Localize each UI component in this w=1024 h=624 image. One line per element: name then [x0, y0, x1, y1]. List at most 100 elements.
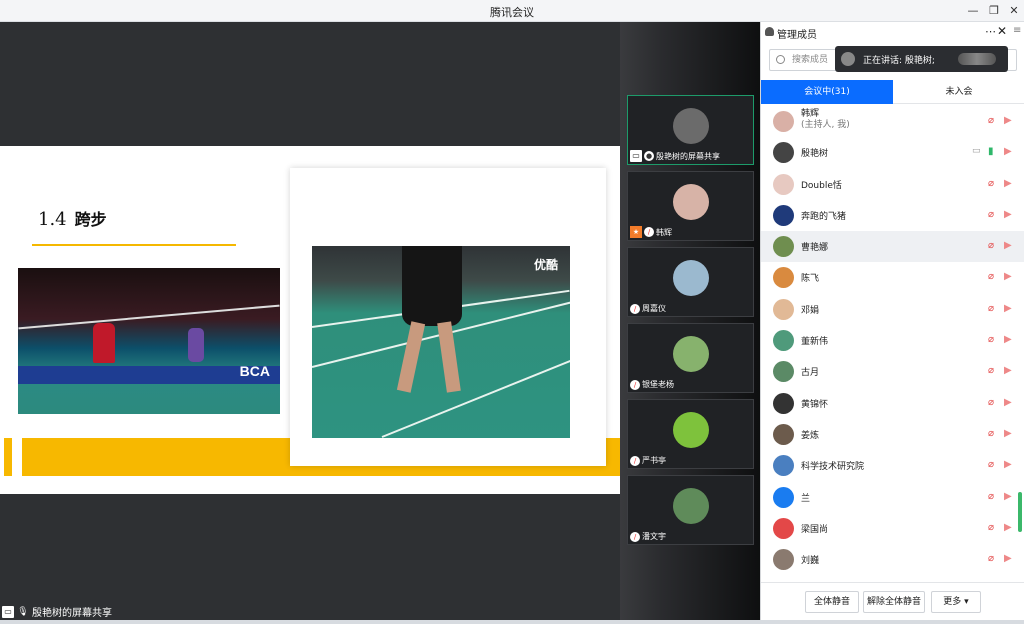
camera-off-icon[interactable]: ▶ [1004, 146, 1012, 157]
footwork-video[interactable]: 优酷 [312, 246, 570, 438]
speaking-indicator: 正在讲话: 殷艳树; [835, 46, 1008, 72]
avatar [773, 330, 794, 352]
mic-muted-icon[interactable]: ⌀ [988, 397, 994, 408]
avatar [773, 236, 794, 258]
audio-wave-icon [958, 53, 996, 65]
tile-name: 殷艳树的屏幕共享 [656, 151, 720, 161]
mic-muted-icon[interactable]: ⌀ [988, 271, 994, 282]
mic-muted-icon[interactable]: ⌀ [988, 209, 994, 220]
bottom-strip [0, 620, 1024, 624]
mic-icon: ● [644, 151, 654, 161]
member-name: 兰 [801, 493, 811, 504]
menu-icon[interactable]: ≡ [1013, 25, 1021, 36]
more-options-icon[interactable]: ⋯ [985, 25, 996, 38]
presentation-slide: 1.4 跨步 BCA 优酷 [0, 146, 620, 494]
gallery-tile[interactable]: / 周嘉仪 [627, 247, 754, 317]
member-row[interactable]: 姜炼 ⌀ ▶ [761, 419, 1024, 450]
camera-off-icon[interactable]: ▶ [1004, 303, 1012, 314]
mic-muted-icon[interactable]: ⌀ [988, 553, 994, 564]
camera-off-icon[interactable]: ▶ [1004, 115, 1012, 126]
member-row[interactable]: 陈飞 ⌀ ▶ [761, 262, 1024, 293]
tile-name: 潘文宇 [642, 532, 666, 541]
avatar [773, 423, 794, 445]
gallery-tile[interactable]: ▭ ● 殷艳树的屏幕共享 [627, 95, 754, 165]
player-leg [396, 321, 426, 393]
member-row[interactable]: 董新伟 ⌀ ▶ [761, 325, 1024, 356]
mic-on-icon[interactable]: ▮ [988, 146, 994, 157]
member-name-block: 韩辉 (主持人, 我) [801, 109, 850, 131]
camera-off-icon[interactable]: ▶ [1004, 553, 1012, 564]
avatar [773, 267, 794, 289]
minimize-button[interactable]: — [965, 3, 981, 19]
panel-footer: 全体静音 解除全体静音 更多 ▾ [761, 582, 1024, 620]
mic-muted-icon[interactable]: ⌀ [988, 334, 994, 345]
member-row[interactable]: 奔跑的飞猪 ⌀ ▶ [761, 200, 1024, 231]
mic-muted-icon[interactable]: ⌀ [988, 491, 994, 502]
panel-title: 管理成员 [777, 30, 817, 41]
mic-icon: 🎙 [17, 606, 29, 617]
camera-off-icon[interactable]: ▶ [1004, 240, 1012, 251]
camera-off-icon[interactable]: ▶ [1004, 209, 1012, 220]
mic-muted-icon: / [630, 455, 640, 466]
member-name: 陈飞 [801, 274, 820, 285]
tab-not-joined[interactable]: 未入会 [893, 80, 1024, 104]
camera-off-icon[interactable]: ▶ [1004, 178, 1012, 189]
gallery-tile[interactable]: / 潘文宇 [627, 475, 754, 545]
mic-muted-icon[interactable]: ⌀ [988, 240, 994, 251]
avatar [773, 455, 794, 477]
camera-off-icon[interactable]: ▶ [1004, 365, 1012, 376]
member-row[interactable]: 黄锦怀 ⌀ ▶ [761, 388, 1024, 419]
member-row[interactable]: 兰 ⌀ ▶ [761, 482, 1024, 513]
member-row[interactable]: 邓娟 ⌀ ▶ [761, 294, 1024, 325]
mic-muted-icon: / [644, 227, 654, 237]
window-title: 腾讯会议 [490, 6, 534, 19]
more-button[interactable]: 更多 ▾ [931, 591, 981, 613]
camera-off-icon[interactable]: ▶ [1004, 397, 1012, 408]
search-icon [776, 55, 785, 64]
member-row[interactable]: 韩辉 (主持人, 我) ⌀ ▶ [761, 106, 1024, 137]
member-row[interactable]: 刘巍 ⌀ ▶ [761, 544, 1024, 575]
gallery-tile[interactable]: / 银堡老杨 [627, 323, 754, 393]
mic-muted-icon[interactable]: ⌀ [988, 522, 994, 533]
panel-header: 管理成员 ⋯ ✕ ≡ [761, 22, 1024, 44]
gallery-tile[interactable]: ★ / 韩辉 [627, 171, 754, 241]
member-list-scrollbar[interactable] [1018, 492, 1022, 532]
mute-all-button[interactable]: 全体静音 [805, 591, 859, 613]
camera-off-icon[interactable]: ▶ [1004, 491, 1012, 502]
gallery-tile[interactable]: / 严书亭 [627, 399, 754, 469]
mic-muted-icon[interactable]: ⌀ [988, 428, 994, 439]
member-row[interactable]: 科学技术研究院 ⌀ ▶ [761, 450, 1024, 481]
member-row[interactable]: Double恬 ⌀ ▶ [761, 169, 1024, 200]
mic-muted-icon[interactable]: ⌀ [988, 365, 994, 376]
member-name: 奔跑的飞猪 [801, 211, 847, 222]
camera-off-icon[interactable]: ▶ [1004, 271, 1012, 282]
avatar [773, 549, 794, 571]
mic-muted-icon[interactable]: ⌀ [988, 303, 994, 314]
member-row[interactable]: 梁国尚 ⌀ ▶ [761, 513, 1024, 544]
member-row[interactable]: 曹艳娜 ⌀ ▶ [761, 231, 1024, 263]
avatar [673, 336, 709, 372]
member-name: 邓娟 [801, 305, 820, 316]
camera-off-icon[interactable]: ▶ [1004, 522, 1012, 533]
speaking-text: 正在讲话: 殷艳树; [863, 55, 935, 66]
mic-muted-icon[interactable]: ⌀ [988, 115, 994, 126]
member-tabs: 会议中(31) 未入会 [761, 80, 1024, 104]
screen-share-icon: ▭ [2, 605, 14, 618]
member-row[interactable]: 古月 ⌀ ▶ [761, 356, 1024, 387]
mic-muted-icon[interactable]: ⌀ [988, 459, 994, 470]
camera-off-icon[interactable]: ▶ [1004, 334, 1012, 345]
camera-off-icon[interactable]: ▶ [1004, 459, 1012, 470]
avatar [773, 298, 794, 320]
unmute-all-button[interactable]: 解除全体静音 [863, 591, 925, 613]
avatar [773, 204, 794, 226]
mic-muted-icon[interactable]: ⌀ [988, 178, 994, 189]
slide-heading: 跨步 [74, 210, 107, 229]
restore-button[interactable]: ❐ [986, 3, 1002, 19]
close-window-button[interactable]: ✕ [1006, 3, 1022, 19]
member-row[interactable]: 殷艳树 ▭ ▮ ▶ [761, 137, 1024, 168]
screen-share-icon: ▭ [972, 146, 981, 157]
mic-muted-icon: / [630, 531, 640, 542]
close-panel-icon[interactable]: ✕ [997, 24, 1007, 38]
camera-off-icon[interactable]: ▶ [1004, 428, 1012, 439]
tab-in-meeting[interactable]: 会议中(31) [761, 80, 893, 104]
